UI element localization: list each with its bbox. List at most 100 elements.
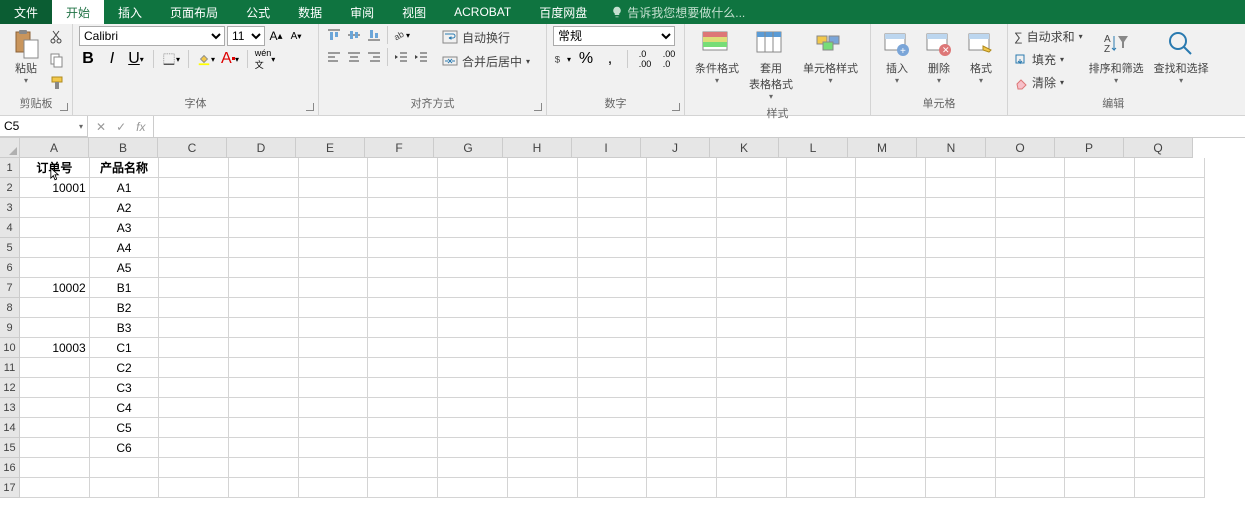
cell-G9[interactable] bbox=[438, 318, 508, 338]
cell-A9[interactable] bbox=[20, 318, 90, 338]
cell-N12[interactable] bbox=[926, 378, 996, 398]
clear-button[interactable]: 清除▾ bbox=[1014, 74, 1083, 92]
cell-Q15[interactable] bbox=[1135, 438, 1205, 458]
copy-button[interactable] bbox=[48, 51, 66, 69]
tell-me[interactable]: 告诉我您想要做什么... bbox=[601, 0, 745, 24]
tab-acrobat[interactable]: ACROBAT bbox=[440, 0, 525, 24]
cell-O9[interactable] bbox=[996, 318, 1066, 338]
col-header-M[interactable]: M bbox=[848, 138, 917, 158]
cell-O10[interactable] bbox=[996, 338, 1066, 358]
cell-N15[interactable] bbox=[926, 438, 996, 458]
cell-H17[interactable] bbox=[508, 478, 578, 498]
cell-I13[interactable] bbox=[578, 398, 648, 418]
cell-L10[interactable] bbox=[787, 338, 857, 358]
cell-P9[interactable] bbox=[1065, 318, 1135, 338]
cell-B9[interactable]: B3 bbox=[90, 318, 160, 338]
cell-F8[interactable] bbox=[368, 298, 438, 318]
cell-N14[interactable] bbox=[926, 418, 996, 438]
cell-Q4[interactable] bbox=[1135, 218, 1205, 238]
align-center-button[interactable] bbox=[345, 48, 363, 66]
cell-G16[interactable] bbox=[438, 458, 508, 478]
cell-G7[interactable] bbox=[438, 278, 508, 298]
cell-C11[interactable] bbox=[159, 358, 229, 378]
cell-M6[interactable] bbox=[856, 258, 926, 278]
cell-O12[interactable] bbox=[996, 378, 1066, 398]
cell-P2[interactable] bbox=[1065, 178, 1135, 198]
col-header-I[interactable]: I bbox=[572, 138, 641, 158]
cell-F3[interactable] bbox=[368, 198, 438, 218]
increase-indent-button[interactable] bbox=[412, 48, 430, 66]
cell-E8[interactable] bbox=[299, 298, 369, 318]
dialog-launcher-icon[interactable] bbox=[672, 103, 680, 111]
cell-J7[interactable] bbox=[647, 278, 717, 298]
dialog-launcher-icon[interactable] bbox=[534, 103, 542, 111]
cell-N6[interactable] bbox=[926, 258, 996, 278]
find-select-button[interactable]: 查找和选择▾ bbox=[1150, 26, 1213, 93]
cell-H12[interactable] bbox=[508, 378, 578, 398]
cell-N7[interactable] bbox=[926, 278, 996, 298]
cell-K17[interactable] bbox=[717, 478, 787, 498]
cell-N5[interactable] bbox=[926, 238, 996, 258]
tab-page-layout[interactable]: 页面布局 bbox=[156, 0, 232, 24]
cell-L7[interactable] bbox=[787, 278, 857, 298]
format-painter-button[interactable] bbox=[48, 74, 66, 92]
cell-J4[interactable] bbox=[647, 218, 717, 238]
tab-insert[interactable]: 插入 bbox=[104, 0, 156, 24]
cell-C8[interactable] bbox=[159, 298, 229, 318]
cell-B16[interactable] bbox=[90, 458, 160, 478]
cell-J12[interactable] bbox=[647, 378, 717, 398]
cell-P7[interactable] bbox=[1065, 278, 1135, 298]
percent-button[interactable]: % bbox=[577, 50, 595, 68]
cell-M15[interactable] bbox=[856, 438, 926, 458]
cell-G13[interactable] bbox=[438, 398, 508, 418]
row-header-8[interactable]: 8 bbox=[0, 298, 20, 318]
cell-F6[interactable] bbox=[368, 258, 438, 278]
cell-K9[interactable] bbox=[717, 318, 787, 338]
cell-P11[interactable] bbox=[1065, 358, 1135, 378]
decrease-decimal-button[interactable]: .00.0 bbox=[660, 50, 678, 68]
decrease-font-button[interactable]: A▾ bbox=[287, 27, 305, 45]
cell-O15[interactable] bbox=[996, 438, 1066, 458]
wrap-text-button[interactable]: 自动换行 bbox=[440, 26, 532, 48]
row-header-2[interactable]: 2 bbox=[0, 178, 20, 198]
cell-N1[interactable] bbox=[926, 158, 996, 178]
cell-Q17[interactable] bbox=[1135, 478, 1205, 498]
cell-M7[interactable] bbox=[856, 278, 926, 298]
cell-L2[interactable] bbox=[787, 178, 857, 198]
cell-O7[interactable] bbox=[996, 278, 1066, 298]
tab-file[interactable]: 文件 bbox=[0, 0, 52, 24]
align-top-button[interactable] bbox=[325, 26, 343, 44]
cell-A5[interactable] bbox=[20, 238, 90, 258]
cell-I6[interactable] bbox=[578, 258, 648, 278]
cell-I2[interactable] bbox=[578, 178, 648, 198]
cell-I8[interactable] bbox=[578, 298, 648, 318]
col-header-E[interactable]: E bbox=[296, 138, 365, 158]
row-header-16[interactable]: 16 bbox=[0, 458, 20, 478]
cell-C2[interactable] bbox=[159, 178, 229, 198]
cell-G1[interactable] bbox=[438, 158, 508, 178]
cell-M12[interactable] bbox=[856, 378, 926, 398]
cell-D6[interactable] bbox=[229, 258, 299, 278]
cell-A7[interactable]: 10002 bbox=[20, 278, 90, 298]
confirm-formula-button[interactable]: ✓ bbox=[116, 120, 126, 134]
cell-F4[interactable] bbox=[368, 218, 438, 238]
cell-D14[interactable] bbox=[229, 418, 299, 438]
cell-A11[interactable] bbox=[20, 358, 90, 378]
cell-M8[interactable] bbox=[856, 298, 926, 318]
cell-A15[interactable] bbox=[20, 438, 90, 458]
cell-M14[interactable] bbox=[856, 418, 926, 438]
cell-Q2[interactable] bbox=[1135, 178, 1205, 198]
delete-cells-button[interactable]: ✕ 删除▾ bbox=[919, 26, 959, 93]
cell-L4[interactable] bbox=[787, 218, 857, 238]
cell-I1[interactable] bbox=[578, 158, 648, 178]
cell-B13[interactable]: C4 bbox=[90, 398, 160, 418]
cell-P12[interactable] bbox=[1065, 378, 1135, 398]
cell-F7[interactable] bbox=[368, 278, 438, 298]
cell-C14[interactable] bbox=[159, 418, 229, 438]
cell-K16[interactable] bbox=[717, 458, 787, 478]
cell-M17[interactable] bbox=[856, 478, 926, 498]
cell-O17[interactable] bbox=[996, 478, 1066, 498]
cell-B5[interactable]: A4 bbox=[90, 238, 160, 258]
cell-L11[interactable] bbox=[787, 358, 857, 378]
cell-P13[interactable] bbox=[1065, 398, 1135, 418]
